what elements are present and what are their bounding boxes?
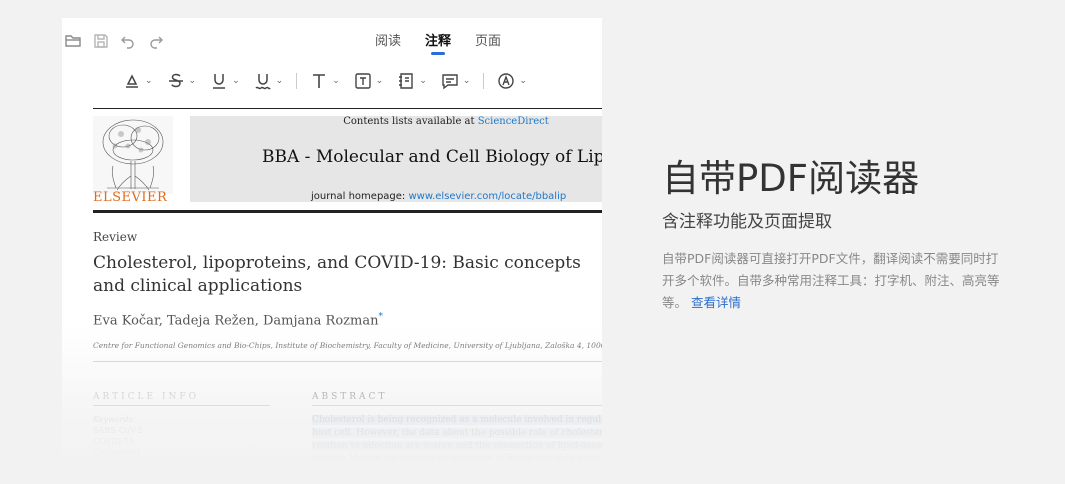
stamp-icon — [498, 73, 515, 89]
highlight-tool[interactable]: ⌄ — [122, 71, 153, 91]
keyword: COVID-19 — [93, 437, 134, 446]
article-info-label: ARTICLE INFO — [93, 392, 200, 402]
toolbar-divider — [296, 73, 298, 89]
textbox-icon — [355, 73, 371, 89]
publisher-name: ELSEVIER — [93, 190, 168, 205]
tab-read[interactable]: 阅读 — [375, 30, 401, 49]
squiggly-underline-icon — [255, 74, 271, 90]
article-authors: Eva Kočar, Tadeja Režen, Damjana Rozman* — [93, 312, 383, 328]
redo-icon[interactable] — [147, 32, 165, 50]
text-icon — [313, 74, 326, 88]
abstract-line-highlighted[interactable]: Cholesterol is being recognized as a mol… — [312, 415, 602, 425]
note-tool[interactable]: ⌄ — [396, 71, 427, 91]
stamp-tool[interactable]: ⌄ — [496, 71, 527, 91]
abstract-rule — [312, 405, 602, 406]
strikethrough-tool[interactable]: ⌄ — [166, 71, 196, 91]
comment-tool[interactable]: ⌄ — [440, 71, 470, 91]
keywords-heading: Keywords: — [93, 415, 136, 424]
abstract-line-highlighted[interactable]: relation to infection are scarce and the… — [312, 441, 602, 451]
abstract-label: ABSTRACT — [312, 392, 388, 402]
section-rule — [93, 361, 602, 362]
textbox-tool[interactable]: ⌄ — [353, 71, 383, 91]
tab-annotate[interactable]: 注释 — [425, 30, 451, 55]
article-title: Cholesterol, lipoproteins, and COVID-19:… — [93, 253, 581, 296]
tab-pages[interactable]: 页面 — [475, 30, 501, 49]
promo-subtitle: 含注释功能及页面提取 — [662, 212, 832, 232]
keywords-list: Keywords: SARS-CoV-2 COVID-19 Cholestero… — [93, 414, 189, 466]
keyword: Low density lipoprotein — [93, 459, 189, 466]
keyword: SARS-CoV-2 — [93, 426, 143, 435]
save-icon[interactable] — [92, 32, 110, 50]
note-icon — [399, 73, 413, 89]
promo-description: 自带PDF阅读器可直接打开PDF文件，翻译阅读不需要同时打开多个软件。自带多种常… — [662, 248, 1007, 314]
text-tool[interactable]: ⌄ — [309, 71, 340, 91]
homepage-line: journal homepage: www.elsevier.com/locat… — [311, 191, 566, 202]
underline-icon — [213, 74, 226, 89]
corresponding-mark[interactable]: * — [378, 312, 383, 322]
pdf-reader-window: 阅读 注释 页面 ⌄ ⌄ ⌄ ⌄ ⌄ ⌄ ⌄ ⌄ ⌄ ELSEVIER Cont… — [62, 18, 602, 466]
view-tabs: 阅读 注释 页面 — [375, 30, 501, 55]
open-folder-icon[interactable] — [64, 32, 82, 50]
contents-line: Contents lists available at ScienceDirec… — [190, 116, 602, 127]
strikethrough-icon — [168, 73, 183, 88]
keyword: Cholesterol — [93, 448, 140, 457]
highlight-icon — [126, 74, 138, 88]
annotation-toolbar: ⌄ ⌄ ⌄ ⌄ ⌄ ⌄ ⌄ ⌄ ⌄ — [122, 68, 540, 94]
homepage-link[interactable]: www.elsevier.com/locate/bbalip — [408, 191, 566, 202]
toolbar-divider — [483, 73, 485, 89]
article-section: Review — [93, 230, 138, 244]
article-info-rule — [93, 405, 270, 406]
contents-prefix: Contents lists available at — [343, 116, 478, 127]
abstract-line: infancy. Herein we provide an overview o… — [312, 454, 602, 464]
page-rule — [93, 108, 602, 109]
abstract-line-highlighted[interactable]: host cell. However, the data about the p… — [312, 428, 602, 438]
comment-icon — [442, 74, 458, 90]
underline-tool[interactable]: ⌄ — [209, 71, 240, 91]
sciencedirect-link[interactable]: ScienceDirect — [478, 116, 549, 127]
promo-title: 自带PDF阅读器 — [662, 157, 920, 200]
undo-icon[interactable] — [119, 32, 137, 50]
view-details-link[interactable]: 查看详情 — [691, 295, 741, 310]
homepage-prefix: journal homepage: — [311, 191, 409, 202]
journal-title: BBA - Molecular and Cell Biology of Lipi — [262, 147, 602, 167]
journal-banner: Contents lists available at ScienceDirec… — [190, 116, 602, 202]
feature-promo: 自带PDF阅读器 含注释功能及页面提取 自带PDF阅读器可直接打开PDF文件，翻… — [662, 155, 1022, 314]
author-names: Eva Kočar, Tadeja Režen, Damjana Rozman — [93, 313, 379, 329]
top-toolbar: 阅读 注释 页面 — [62, 18, 602, 62]
header-rule — [93, 210, 602, 213]
abstract-text[interactable]: Cholesterol is being recognized as a mol… — [312, 414, 602, 466]
squiggly-tool[interactable]: ⌄ — [253, 71, 283, 91]
affiliation: Centre for Functional Genomics and Bio-C… — [93, 341, 602, 350]
